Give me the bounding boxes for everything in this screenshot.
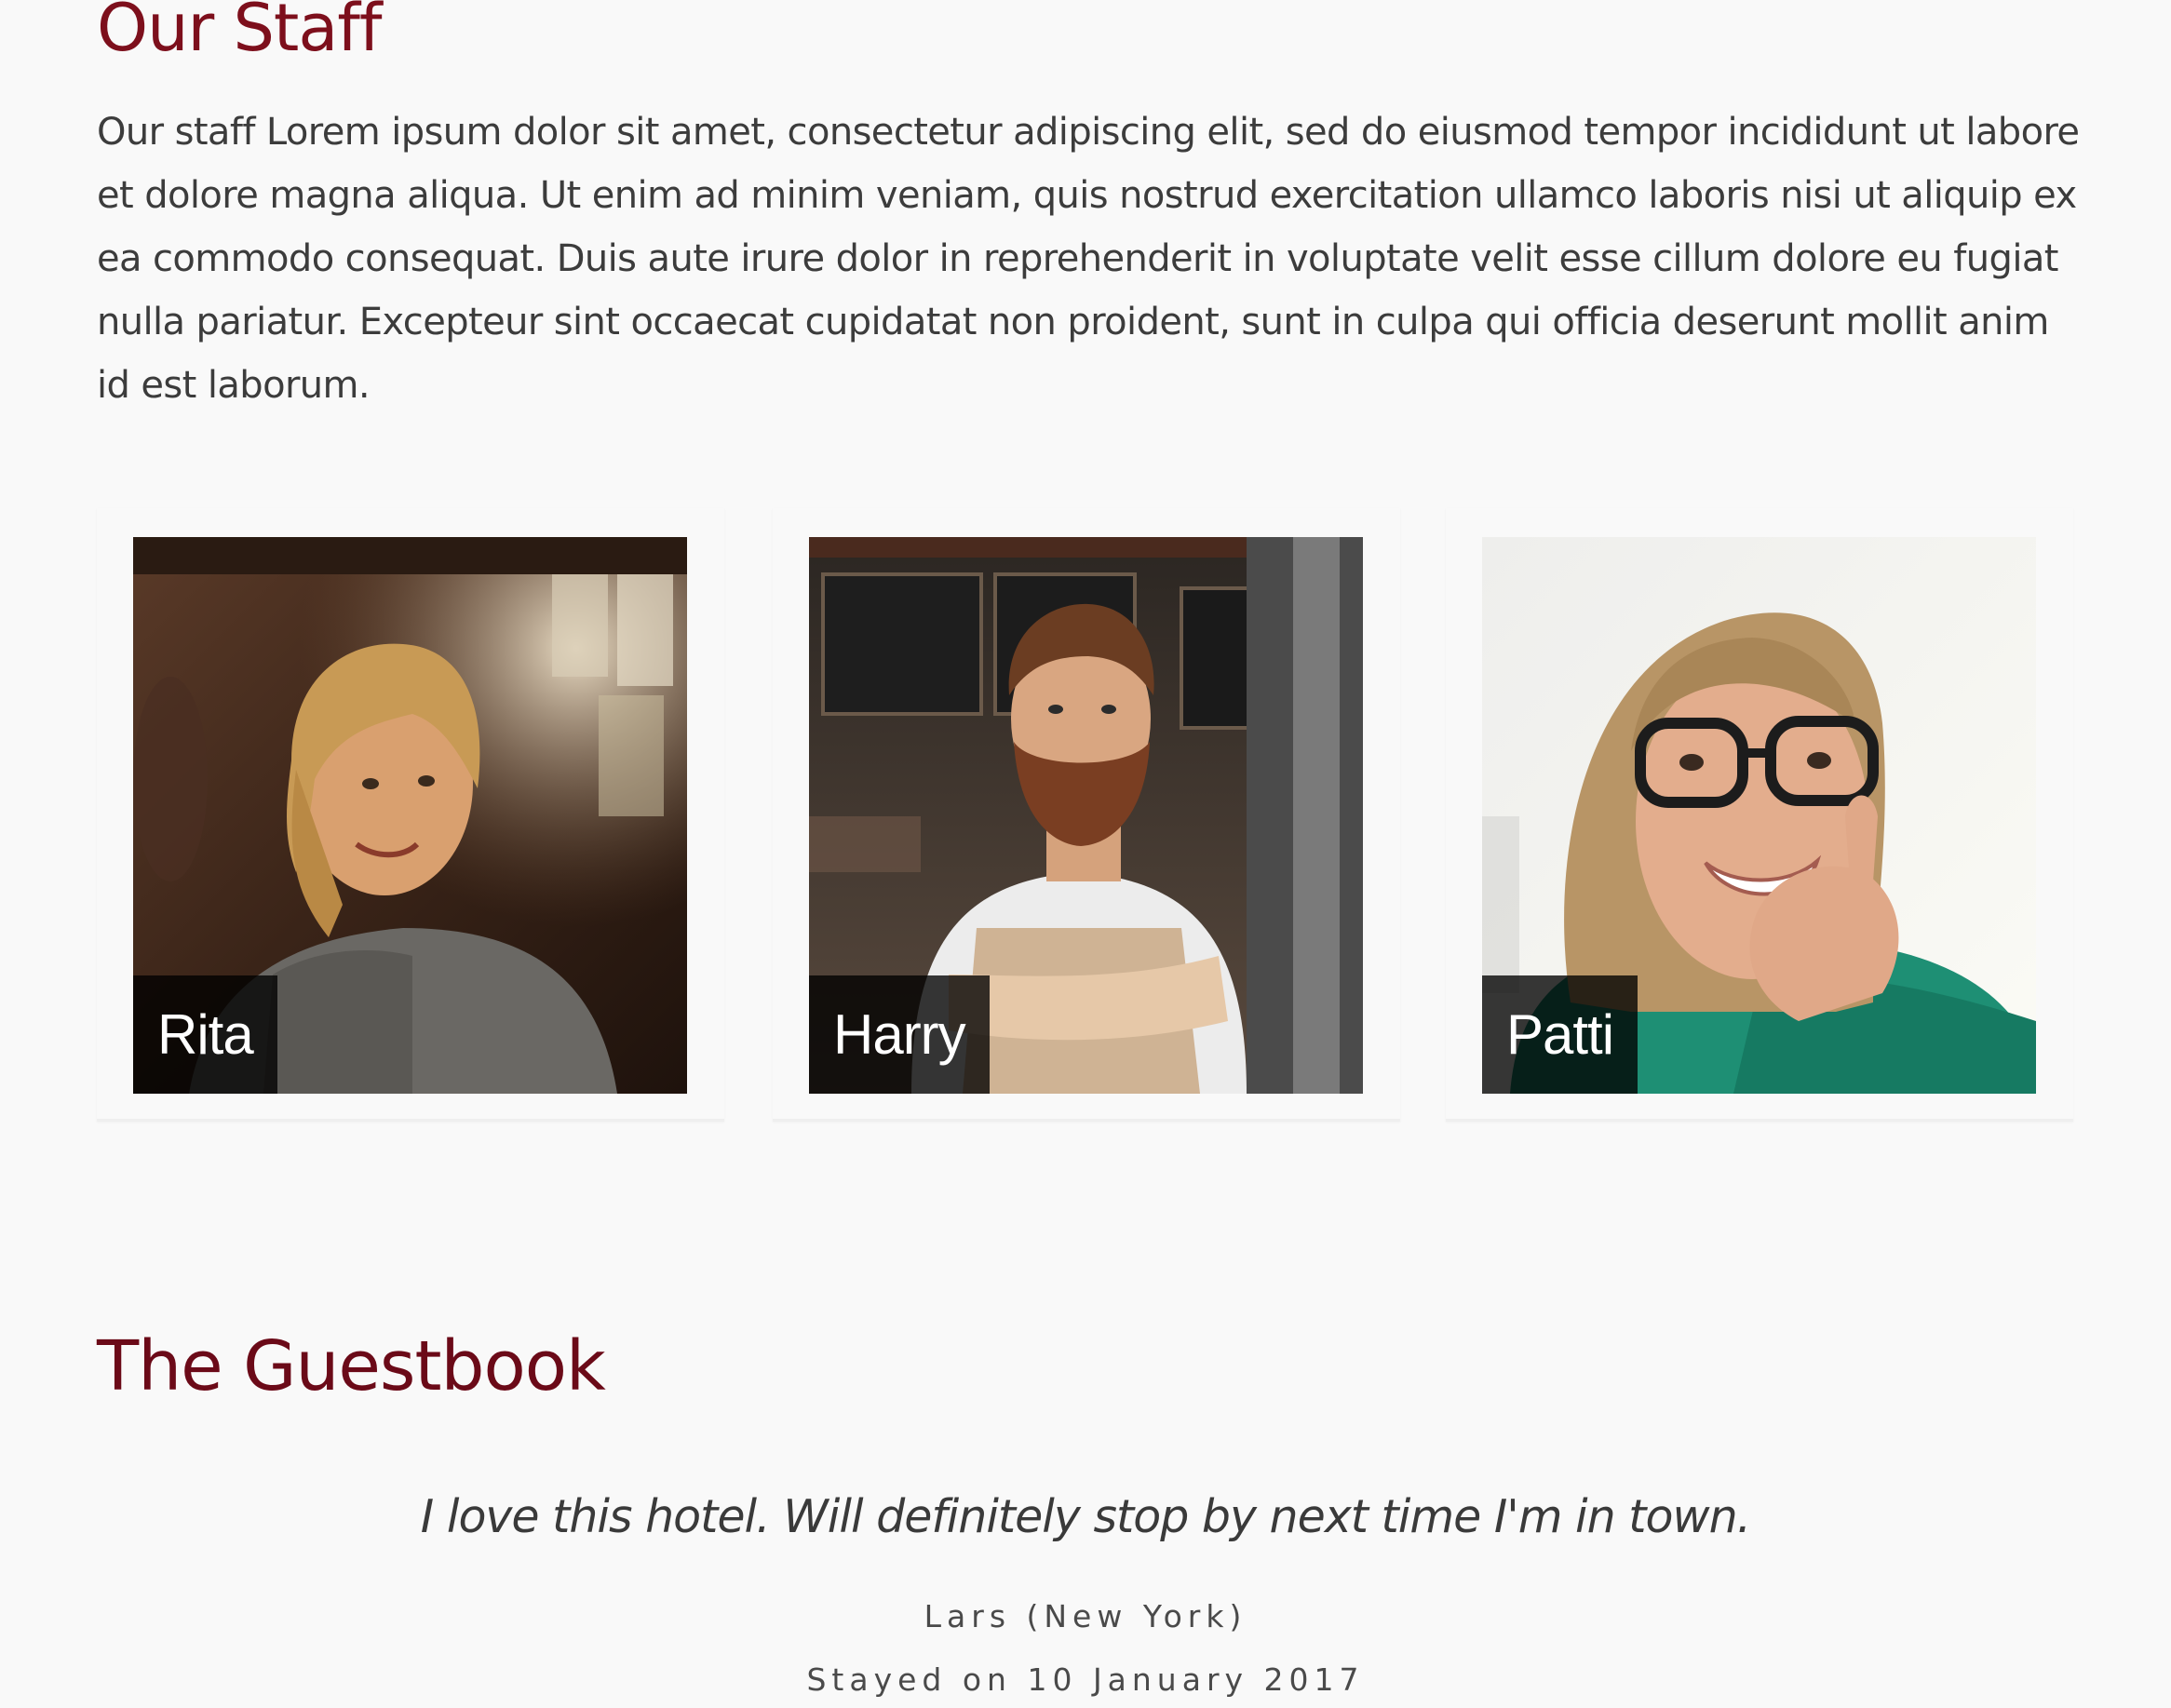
guestbook-stay-date: Stayed on 10 January 2017 — [806, 1661, 1365, 1698]
staff-card-patti[interactable]: Patti — [1446, 508, 2073, 1122]
staff-card-harry[interactable]: Harry — [773, 508, 1400, 1122]
staff-photo-patti: Patti — [1482, 537, 2036, 1094]
staff-name-tag-patti: Patti — [1482, 975, 1638, 1094]
page: Our Staff Our staff Lorem ipsum dolor si… — [0, 0, 2171, 1708]
staff-intro-text: Our staff Lorem ipsum dolor sit amet, co… — [97, 111, 2080, 407]
staff-heading: Our Staff — [97, 0, 383, 66]
staff-photo-harry: Harry — [809, 537, 1363, 1094]
guestbook-quote: I love this hotel. Will definitely stop … — [420, 1490, 1751, 1543]
staff-name-tag-harry: Harry — [809, 975, 990, 1094]
staff-photo-rita: Rita — [133, 537, 687, 1094]
staff-name-tag-rita: Rita — [133, 975, 277, 1094]
staff-card-rita[interactable]: Rita — [97, 508, 724, 1122]
guestbook-author: Lars (New York) — [924, 1598, 1247, 1634]
guestbook-heading: The Guestbook — [97, 1326, 606, 1406]
